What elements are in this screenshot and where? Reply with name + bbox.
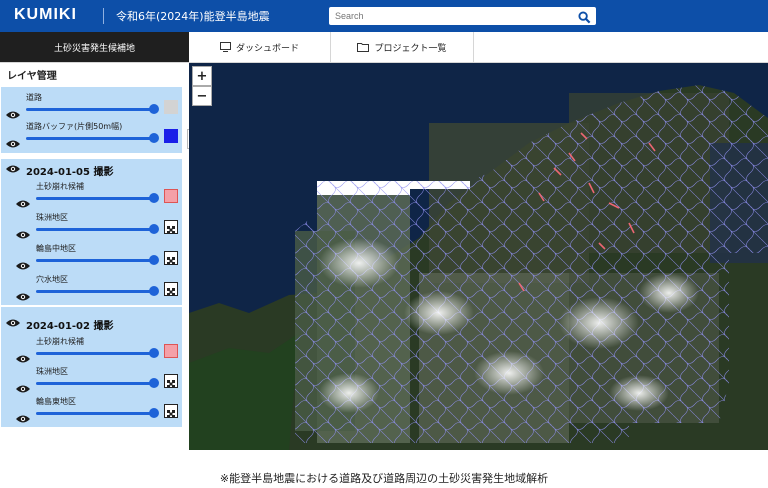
tab-label: 土砂災害発生候補地 bbox=[53, 43, 135, 54]
layer-label: 珠洲地区 bbox=[36, 213, 68, 222]
base-layer-group: 道路 道路バッファ(片側50m幅) bbox=[1, 87, 182, 153]
app-header: KUMIKI 令和6年(2024年)能登半島地震 bbox=[0, 0, 768, 32]
layer-row-anamizu: 穴水地区 bbox=[1, 273, 182, 303]
imagery-group-2024-01-02: 2024-01-02 撮影 土砂崩れ候補 珠洲地区 輪島東地区 bbox=[1, 307, 182, 427]
opacity-slider[interactable] bbox=[26, 108, 154, 111]
eye-icon[interactable] bbox=[5, 164, 21, 177]
slider-handle[interactable] bbox=[149, 286, 159, 296]
imagery-group-2024-01-05: 2024-01-05 撮影 土砂崩れ候補 珠洲地区 輪島中地区 穴水地区 bbox=[1, 159, 182, 305]
slider-handle[interactable] bbox=[149, 224, 159, 234]
raster-layer-icon[interactable] bbox=[164, 282, 178, 296]
zoom-in-button[interactable]: + bbox=[192, 66, 212, 86]
tab-projects[interactable]: プロジェクト一覧 bbox=[331, 32, 474, 62]
layer-color-swatch[interactable] bbox=[164, 344, 178, 358]
opacity-slider[interactable] bbox=[26, 137, 154, 140]
eye-icon[interactable] bbox=[15, 409, 31, 428]
opacity-slider[interactable] bbox=[36, 352, 154, 355]
header-divider bbox=[103, 8, 104, 24]
opacity-slider[interactable] bbox=[36, 228, 154, 231]
layer-label: 輪島東地区 bbox=[36, 397, 76, 406]
panel-title: レイヤ管理 bbox=[7, 71, 57, 82]
app-title: 令和6年(2024年)能登半島地震 bbox=[116, 10, 270, 23]
search-input[interactable] bbox=[335, 9, 565, 23]
tab-label: ダッシュボード bbox=[235, 43, 299, 54]
opacity-slider[interactable] bbox=[36, 290, 154, 293]
layer-label: 土砂崩れ候補 bbox=[36, 337, 84, 346]
tab-label: プロジェクト一覧 bbox=[374, 43, 447, 54]
figure-caption: ※能登半島地震における道路及び道路周辺の土砂災害発生地域解析 bbox=[219, 472, 549, 485]
layer-row-road-buffer: 道路バッファ(片側50m幅) bbox=[1, 120, 182, 150]
layer-panel: レイヤ管理 道路 道路バッファ(片側50m幅) 2024-01-05 撮影 土砂… bbox=[0, 63, 186, 450]
slider-handle[interactable] bbox=[149, 133, 159, 143]
raster-layer-icon[interactable] bbox=[164, 220, 178, 234]
opacity-slider[interactable] bbox=[36, 412, 154, 415]
layer-color-swatch[interactable] bbox=[164, 129, 178, 143]
logo: KUMIKI bbox=[14, 6, 77, 23]
search-box bbox=[329, 7, 596, 25]
layer-row-road: 道路 bbox=[1, 91, 182, 121]
slider-handle[interactable] bbox=[149, 378, 159, 388]
layer-label: 土砂崩れ候補 bbox=[36, 182, 84, 191]
layer-row-wajima-naka: 輪島中地区 bbox=[1, 242, 182, 272]
slider-handle[interactable] bbox=[149, 104, 159, 114]
layer-label: 輪島中地区 bbox=[36, 244, 76, 253]
group-date-label: 2024-01-02 撮影 bbox=[26, 321, 114, 332]
slider-handle[interactable] bbox=[149, 255, 159, 265]
layer-row-suzu: 珠洲地区 bbox=[1, 365, 182, 395]
map-view[interactable]: + − bbox=[189, 63, 768, 450]
slider-handle[interactable] bbox=[149, 348, 159, 358]
eye-icon[interactable] bbox=[15, 287, 31, 306]
layer-label: 道路バッファ(片側50m幅) bbox=[26, 122, 123, 131]
layer-row-suzu: 珠洲地区 bbox=[1, 211, 182, 241]
raster-layer-icon[interactable] bbox=[164, 404, 178, 418]
opacity-slider[interactable] bbox=[36, 259, 154, 262]
raster-layer-icon[interactable] bbox=[164, 251, 178, 265]
layer-row-wajima-higashi: 輪島東地区 bbox=[1, 395, 182, 425]
layer-label: 珠洲地区 bbox=[36, 367, 68, 376]
search-icon[interactable] bbox=[578, 9, 591, 28]
layer-color-swatch[interactable] bbox=[164, 100, 178, 114]
group-date-label: 2024-01-05 撮影 bbox=[26, 167, 114, 178]
tab-landslide-candidates[interactable]: 土砂災害発生候補地 bbox=[0, 32, 189, 62]
eye-icon[interactable] bbox=[5, 134, 21, 153]
layer-color-swatch[interactable] bbox=[164, 189, 178, 203]
group-header[interactable]: 2024-01-02 撮影 bbox=[5, 317, 113, 332]
layer-label: 道路 bbox=[26, 93, 42, 102]
nav-bar: 土砂災害発生候補地 ダッシュボード プロジェクト一覧 bbox=[0, 32, 768, 63]
opacity-slider[interactable] bbox=[36, 382, 154, 385]
opacity-slider[interactable] bbox=[36, 197, 154, 200]
monitor-icon bbox=[219, 42, 231, 52]
layer-row-landslide: 土砂崩れ候補 bbox=[1, 180, 182, 210]
slider-handle[interactable] bbox=[149, 408, 159, 418]
group-header[interactable]: 2024-01-05 撮影 bbox=[5, 163, 113, 178]
layer-row-landslide: 土砂崩れ候補 bbox=[1, 335, 182, 365]
slider-handle[interactable] bbox=[149, 193, 159, 203]
raster-layer-icon[interactable] bbox=[164, 374, 178, 388]
layer-label: 穴水地区 bbox=[36, 275, 68, 284]
folder-icon bbox=[357, 43, 370, 52]
tab-dashboard[interactable]: ダッシュボード bbox=[189, 32, 331, 62]
zoom-out-button[interactable]: − bbox=[192, 86, 212, 106]
satellite-map bbox=[189, 63, 768, 450]
eye-icon[interactable] bbox=[5, 318, 21, 331]
